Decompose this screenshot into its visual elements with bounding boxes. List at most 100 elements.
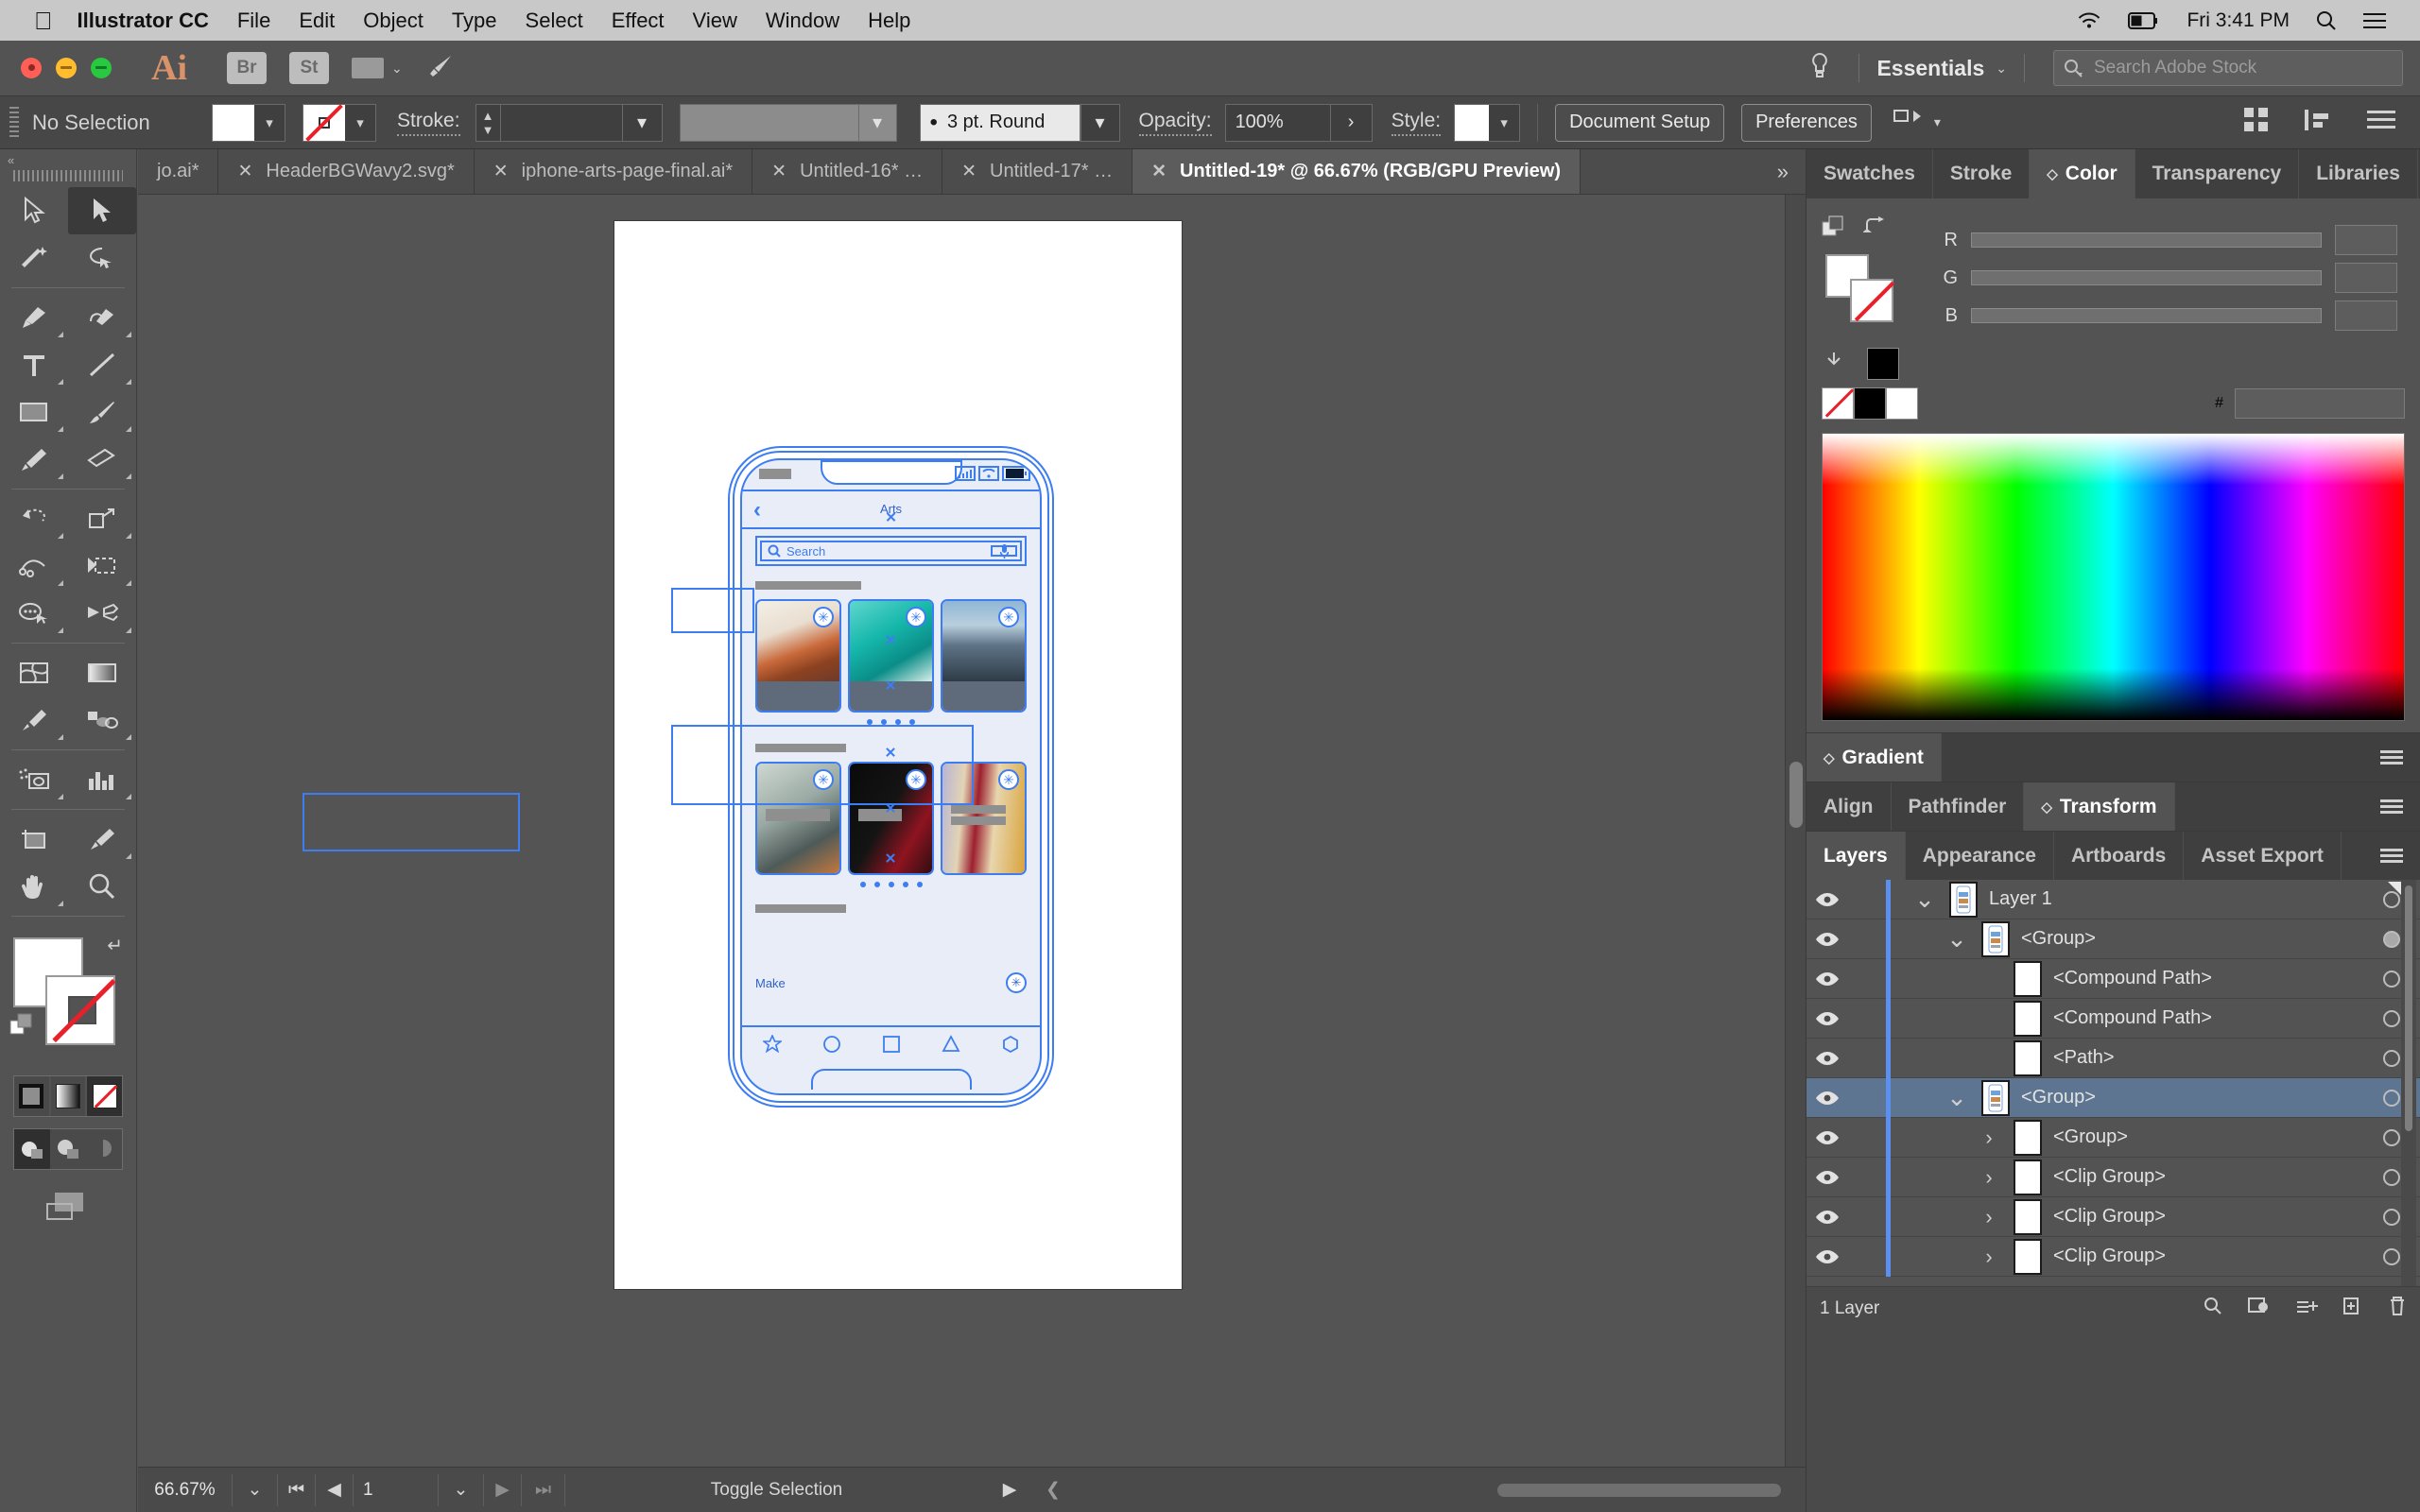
visibility-eye-icon[interactable] [1806, 1010, 1848, 1027]
tab-gradient[interactable]: ◇ Gradient [1806, 733, 1942, 782]
pager-dots[interactable] [755, 719, 1027, 725]
scrollbar-thumb[interactable] [1789, 762, 1803, 828]
circle-icon[interactable] [822, 1035, 841, 1058]
tab-libraries[interactable]: Libraries [2299, 149, 2418, 198]
blend-tool[interactable] [68, 696, 136, 744]
none-swatch[interactable] [1822, 387, 1854, 420]
graphic-style-picker[interactable]: ▾ [1454, 103, 1521, 142]
panel-menu-icon[interactable] [2363, 782, 2420, 831]
artboard[interactable]: ‹ Arts ✕ Search ✳ ✳ ✳ ✳ ✳ ✳ Make ✳ ✕ ✕ ✕… [302, 221, 1182, 1289]
previous-artboard-icon[interactable]: ◀ [316, 1473, 354, 1506]
visibility-eye-icon[interactable] [1806, 1209, 1848, 1226]
last-artboard-icon[interactable]: ⏭ [522, 1473, 565, 1506]
brush-definition-dropdown[interactable]: • 3 pt. Round [919, 103, 1080, 142]
stroke-weight-stepper[interactable]: ▲ ▼ [475, 103, 500, 142]
make-mask-icon[interactable] [2248, 1296, 2271, 1322]
none-mode-button[interactable] [87, 1076, 123, 1116]
expander-down-icon[interactable]: ⌄ [1932, 1085, 1981, 1108]
direct-selection-tool[interactable] [68, 187, 136, 234]
zoom-level-chevron[interactable]: ⌄ [233, 1473, 278, 1506]
phone-search-field[interactable]: Search [755, 536, 1027, 566]
search-help-icon[interactable] [1798, 52, 1841, 85]
channel-slider-g[interactable] [1971, 270, 2322, 285]
content-card[interactable]: ✳ [941, 762, 1027, 875]
width-tool[interactable] [0, 542, 68, 590]
layer-row[interactable]: ⌄ <Group> [1806, 1077, 2420, 1118]
tab-asset-export[interactable]: Asset Export [2184, 832, 2342, 880]
list-view-icon[interactable] [2367, 109, 2395, 136]
visibility-eye-icon[interactable] [1806, 1169, 1848, 1186]
fill-color-picker[interactable]: ▾ [212, 103, 285, 142]
expander-right-icon[interactable]: › [1964, 1125, 2014, 1150]
toolbar-stroke-swatch[interactable] [45, 975, 116, 1045]
tab-transparency[interactable]: Transparency [2135, 149, 2300, 198]
content-card[interactable]: ✳ [755, 762, 841, 875]
black-swatch[interactable] [1854, 387, 1886, 420]
make-row[interactable]: Make ✳ [755, 967, 1027, 999]
channel-value-g[interactable] [2335, 263, 2397, 293]
triangle-icon[interactable] [942, 1034, 960, 1058]
phone-mockup[interactable]: ‹ Arts ✕ Search ✳ ✳ ✳ ✳ ✳ ✳ Make ✳ ✕ ✕ ✕… [671, 446, 1054, 1108]
tab-pathfinder[interactable]: Pathfinder [1892, 782, 2025, 831]
channel-slider-b[interactable] [1971, 308, 2322, 323]
status-text[interactable]: Toggle Selection [565, 1480, 988, 1501]
tab-appearance[interactable]: Appearance [1906, 832, 2054, 880]
layers-scrollbar[interactable] [2401, 880, 2416, 1286]
hex-input[interactable] [2235, 388, 2405, 419]
menu-select[interactable]: Select [526, 9, 583, 33]
expander-right-icon[interactable]: › [1964, 1165, 2014, 1190]
battery-icon[interactable] [2128, 11, 2160, 29]
artboard-tool[interactable] [0, 816, 68, 863]
stock-button[interactable]: St [289, 52, 329, 84]
locate-object-icon[interactable] [2203, 1296, 2223, 1322]
add-to-swatches-icon[interactable] [1822, 350, 1846, 379]
asterisk-icon[interactable]: ✳ [998, 769, 1019, 790]
magic-wand-tool[interactable] [0, 234, 68, 282]
gradient-mode-button[interactable] [50, 1076, 86, 1116]
opacity-flyout[interactable]: › [1330, 103, 1373, 142]
canvas-vertical-scrollbar[interactable] [1785, 195, 1806, 1467]
tab-transform[interactable]: ◇ Transform [2024, 782, 2175, 831]
asterisk-icon[interactable]: ✳ [813, 769, 834, 790]
panel-resize-corner[interactable] [2388, 882, 2401, 895]
slice-tool[interactable] [68, 816, 136, 863]
tools-panel-collapse[interactable]: « [0, 149, 136, 170]
layer-row[interactable]: ⌄ <Group> [1806, 919, 2420, 959]
menu-edit[interactable]: Edit [299, 9, 335, 33]
close-icon[interactable]: ✕ [237, 161, 252, 182]
stock-search-input[interactable]: Search Adobe Stock [2053, 50, 2403, 86]
back-icon[interactable]: ❮ [1031, 1479, 1075, 1501]
pencil-tool[interactable] [0, 436, 68, 483]
brush-icon[interactable] [425, 54, 454, 83]
asterisk-icon[interactable]: ✳ [906, 607, 926, 627]
next-artboard-icon[interactable]: ▶ [484, 1473, 522, 1506]
arrange-documents-button[interactable]: ⌄ [352, 58, 403, 78]
zoom-tool[interactable] [68, 863, 136, 910]
visibility-eye-icon[interactable] [1806, 1090, 1848, 1107]
close-icon[interactable]: ✕ [493, 161, 509, 182]
spotlight-search-icon[interactable] [2316, 10, 2337, 31]
app-name-menu[interactable]: Illustrator CC [78, 9, 209, 33]
document-tab[interactable]: ✕ HeaderBGWavy2.svg* [218, 149, 475, 194]
close-icon[interactable]: ✕ [1151, 161, 1167, 182]
color-spectrum[interactable] [1822, 433, 2405, 721]
panel-menu-icon[interactable] [2363, 733, 2420, 782]
column-graph-tool[interactable] [68, 756, 136, 803]
gradient-tool[interactable] [68, 649, 136, 696]
symbol-sprayer-tool[interactable] [0, 756, 68, 803]
line-segment-tool[interactable] [68, 341, 136, 388]
expander-down-icon[interactable]: ⌄ [1932, 926, 1981, 950]
document-tab[interactable]: ✕ iphone-arts-page-final.ai* [475, 149, 753, 194]
stroke-weight-dropdown[interactable]: ▾ [622, 103, 663, 142]
visibility-eye-icon[interactable] [1806, 1129, 1848, 1146]
wifi-icon[interactable] [2077, 11, 2101, 30]
menu-effect[interactable]: Effect [612, 9, 665, 33]
grid-view-icon[interactable] [2242, 106, 2271, 139]
layer-row[interactable]: › <Clip Group> [1806, 1157, 2420, 1197]
microphone-icon[interactable] [991, 543, 1017, 558]
draw-normal-button[interactable] [14, 1129, 50, 1169]
document-setup-button[interactable]: Document Setup [1555, 103, 1725, 142]
visibility-eye-icon[interactable] [1806, 891, 1848, 908]
control-center-icon[interactable] [2363, 12, 2386, 29]
menu-help[interactable]: Help [868, 9, 910, 33]
